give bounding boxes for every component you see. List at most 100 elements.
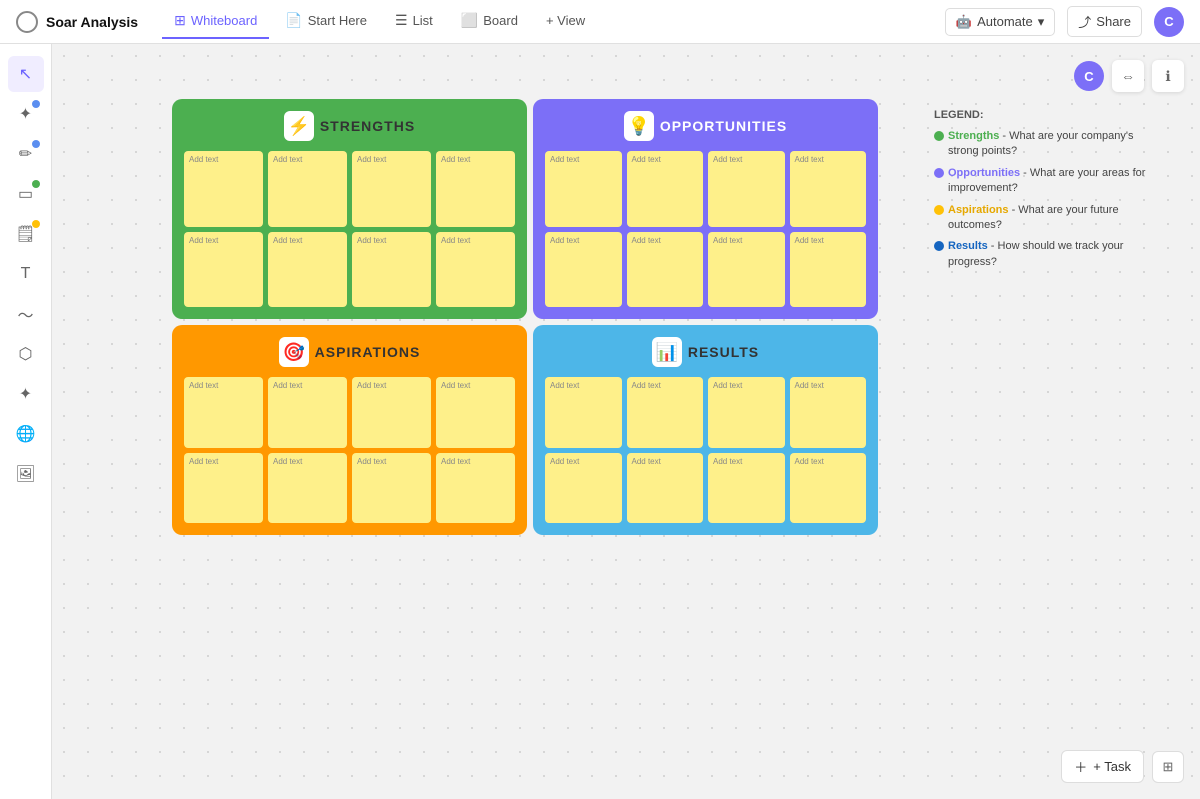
tool-note[interactable]: 🗒 <box>8 216 44 252</box>
top-nav: Soar Analysis ⊞ Whiteboard 📄 Start Here … <box>0 0 1200 44</box>
tab-start-here-label: Start Here <box>308 13 367 28</box>
task-button[interactable]: ＋ + Task <box>1061 750 1144 783</box>
sticky-note[interactable]: Add text <box>352 453 431 524</box>
sticky-note[interactable]: Add text <box>708 151 785 227</box>
pen-icon: ✏ <box>19 144 32 164</box>
opportunities-legend-dot <box>934 168 944 178</box>
tab-whiteboard-label: Whiteboard <box>191 13 257 28</box>
sticky-note[interactable]: Add text <box>708 232 785 308</box>
aspirations-icon: 🎯 <box>279 337 309 367</box>
tab-start-here[interactable]: 📄 Start Here <box>273 4 379 39</box>
tool-shape[interactable]: ▭ <box>8 176 44 212</box>
share-button[interactable]: ⤴ Share <box>1067 6 1142 37</box>
canvas-area[interactable]: C ⇔ ℹ ⚡ STRENGTHS Add text Add text Add … <box>52 44 1200 799</box>
sticky-note[interactable]: Add text <box>268 151 347 227</box>
canvas-toolbar: C ⇔ ℹ <box>1074 60 1184 92</box>
logo-icon <box>16 11 38 33</box>
sticky-note[interactable]: Add text <box>627 377 704 448</box>
automate-icon: 🤖 <box>956 14 972 30</box>
tool-image[interactable]: 🖼 <box>8 456 44 492</box>
sticky-note[interactable]: Add text <box>352 232 431 308</box>
main-layout: ↖ ✦ ✏ ▭ 🗒 T 〜 ⬡ ✦ 🌐 <box>0 44 1200 799</box>
sticky-note[interactable]: Add text <box>436 453 515 524</box>
fit-screen-icon: ⇔ <box>1121 68 1135 84</box>
sticky-note[interactable]: Add text <box>436 151 515 227</box>
grid-view-button[interactable]: ⊞ <box>1152 751 1184 783</box>
automate-button[interactable]: 🤖 Automate ▾ <box>945 8 1055 36</box>
sticky-note[interactable]: Add text <box>545 453 622 524</box>
strengths-title: STRENGTHS <box>320 118 415 134</box>
list-icon: ☰ <box>395 12 408 29</box>
opportunities-grid: Add text Add text Add text Add text Add … <box>545 151 866 307</box>
start-here-icon: 📄 <box>285 12 302 29</box>
tab-whiteboard[interactable]: ⊞ Whiteboard <box>162 4 269 39</box>
sticky-note[interactable]: Add text <box>627 151 704 227</box>
tool-globe[interactable]: 🌐 <box>8 416 44 452</box>
legend-item-opportunities: Opportunities - What are your areas for … <box>934 166 1166 197</box>
sticky-note[interactable]: Add text <box>545 377 622 448</box>
sticky-note[interactable]: Add text <box>268 453 347 524</box>
sticky-note[interactable]: Add text <box>268 377 347 448</box>
sticky-note[interactable]: Add text <box>790 453 867 524</box>
sticky-note[interactable]: Add text <box>184 151 263 227</box>
tab-board-label: Board <box>483 13 518 28</box>
tool-star[interactable]: ✦ <box>8 376 44 412</box>
tool-pen[interactable]: ✏ <box>8 136 44 172</box>
text-icon: T <box>21 265 31 283</box>
bottom-right-toolbar: ＋ + Task ⊞ <box>1061 750 1184 783</box>
quadrant-opportunities: 💡 OPPORTUNITIES Add text Add text Add te… <box>533 99 878 319</box>
grid-icon: ⊞ <box>1163 759 1174 775</box>
star-icon: ✦ <box>19 384 32 404</box>
tab-board[interactable]: ⬜ Board <box>449 4 530 39</box>
tool-select[interactable]: ↖ <box>8 56 44 92</box>
note-dot <box>32 220 40 228</box>
pen-dot <box>32 140 40 148</box>
sticky-note[interactable]: Add text <box>184 232 263 308</box>
sticky-note[interactable]: Add text <box>627 453 704 524</box>
sticky-note[interactable]: Add text <box>708 453 785 524</box>
info-button[interactable]: ℹ <box>1152 60 1184 92</box>
sticky-note[interactable]: Add text <box>184 453 263 524</box>
sticky-note[interactable]: Add text <box>545 232 622 308</box>
tab-list[interactable]: ☰ List <box>383 4 445 39</box>
tool-network[interactable]: ⬡ <box>8 336 44 372</box>
sticky-note[interactable]: Add text <box>545 151 622 227</box>
avatar[interactable]: C <box>1154 7 1184 37</box>
sticky-note[interactable]: Add text <box>268 232 347 308</box>
quadrant-aspirations: 🎯 ASPIRATIONS Add text Add text Add text… <box>172 325 527 535</box>
tool-text[interactable]: T <box>8 256 44 292</box>
plus-icon: ＋ <box>1074 757 1087 776</box>
fit-screen-button[interactable]: ⇔ <box>1112 60 1144 92</box>
canvas-avatar[interactable]: C <box>1074 61 1104 91</box>
sticky-note[interactable]: Add text <box>184 377 263 448</box>
sticky-note[interactable]: Add text <box>790 151 867 227</box>
tool-draw[interactable]: 〜 <box>8 296 44 332</box>
results-legend-dot <box>934 241 944 251</box>
sticky-note[interactable]: Add text <box>352 151 431 227</box>
select-icon: ↖ <box>19 64 32 84</box>
sticky-note[interactable]: Add text <box>627 232 704 308</box>
left-sidebar: ↖ ✦ ✏ ▭ 🗒 T 〜 ⬡ ✦ 🌐 <box>0 44 52 799</box>
tool-magic[interactable]: ✦ <box>8 96 44 132</box>
draw-icon: 〜 <box>17 302 33 326</box>
info-icon: ℹ <box>1165 68 1170 85</box>
tab-add-view[interactable]: + View <box>534 5 597 38</box>
sticky-note[interactable]: Add text <box>790 377 867 448</box>
results-grid: Add text Add text Add text Add text Add … <box>545 377 866 523</box>
quadrant-results: 📊 RESULTS Add text Add text Add text Add… <box>533 325 878 535</box>
chevron-down-icon: ▾ <box>1038 14 1045 30</box>
app-logo: Soar Analysis <box>16 11 138 33</box>
legend-item-results: Results - How should we track your progr… <box>934 239 1166 270</box>
opportunities-title: OPPORTUNITIES <box>660 118 787 134</box>
sticky-note[interactable]: Add text <box>436 377 515 448</box>
legend-box: LEGEND: Strengths - What are your compan… <box>920 99 1180 286</box>
aspirations-legend-dot <box>934 205 944 215</box>
sticky-note[interactable]: Add text <box>436 232 515 308</box>
results-title: RESULTS <box>688 344 759 360</box>
sticky-note[interactable]: Add text <box>708 377 785 448</box>
sticky-note[interactable]: Add text <box>352 377 431 448</box>
sticky-note[interactable]: Add text <box>790 232 867 308</box>
magic-dot <box>32 100 40 108</box>
soar-board: ⚡ STRENGTHS Add text Add text Add text A… <box>172 99 878 535</box>
aspirations-grid: Add text Add text Add text Add text Add … <box>184 377 515 523</box>
